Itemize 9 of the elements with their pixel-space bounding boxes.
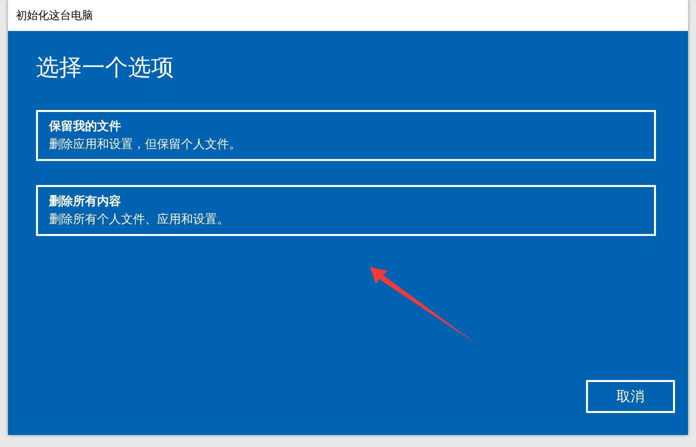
cancel-button[interactable]: 取消 <box>586 380 675 413</box>
option-card[interactable]: 保留我的文件 删除应用和设置，但保留个人文件。 <box>36 110 656 161</box>
option-title: 删除所有内容 <box>49 193 121 210</box>
option-description: 删除应用和设置，但保留个人文件。 <box>49 136 241 153</box>
window-title: 初始化这台电脑 <box>16 8 93 23</box>
option-description: 删除所有个人文件、应用和设置。 <box>49 211 229 228</box>
dialog-heading: 选择一个选项 <box>36 54 174 83</box>
option-card[interactable]: 删除所有内容 删除所有个人文件、应用和设置。 <box>36 185 656 236</box>
option-title: 保留我的文件 <box>49 118 121 135</box>
